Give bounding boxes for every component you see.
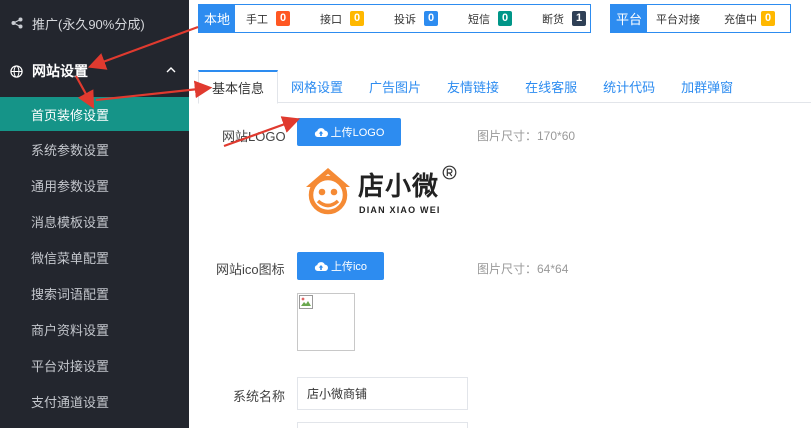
upload-logo-button[interactable]: 上传LOGO [297,118,401,146]
globe-icon [10,64,23,78]
stat-label: 手工 [246,13,269,26]
sidebar-item-label: 商户资料设置 [31,322,110,338]
sidebar-item-wechat-menu[interactable]: 微信菜单配置 [0,239,189,275]
sidebar: 推广(永久90%分成) 网站设置 首页装修设置 系统参数设置 通用参数设置 消息… [0,0,189,428]
upload-ico-label: 上传ico [330,261,368,273]
ico-preview-image [297,293,355,351]
sidebar-item-system-params[interactable]: 系统参数设置 [0,131,189,167]
sidebar-item-search-terms[interactable]: 搜索词语配置 [0,275,189,311]
sidebar-item-label: 系统参数设置 [31,142,110,158]
upload-ico-button[interactable]: 上传ico [297,252,384,280]
sidebar-item-label: 搜索词语配置 [31,286,110,302]
stat-label: 短信 [468,13,491,26]
chevron-up-icon [166,67,176,73]
stat-label: 断货 [542,13,565,26]
next-field-input[interactable] [297,422,468,428]
logo-sub-text: DIAN XIAO WEI [359,205,441,215]
sidebar-item-message-templates[interactable]: 消息模板设置 [0,203,189,239]
broken-image-icon [299,295,313,309]
platform-stats-bar: 平台 平台对接 充值中 0 [610,4,791,33]
cloud-upload-icon [314,127,328,137]
cloud-upload-icon [314,261,328,271]
stat-badge: 0 [424,11,439,26]
system-name-label: 系统名称 [233,389,286,404]
share-icon [11,17,23,29]
sidebar-group-label: 网站设置 [32,63,88,79]
sidebar-subnav: 首页装修设置 系统参数设置 通用参数设置 消息模板设置 微信菜单配置 搜索词语配… [0,97,189,419]
stat-platform-integration[interactable]: 平台对接 [656,11,700,27]
stat-label: 接口 [320,13,343,26]
stat-manual[interactable]: 手工 0 [246,11,291,27]
stat-recharging[interactable]: 充值中 0 [724,11,776,27]
tab-friend-links[interactable]: 友情链接 [434,70,512,103]
stat-label: 投诉 [394,13,417,26]
sidebar-item-general-params[interactable]: 通用参数设置 [0,167,189,203]
tab-grid-settings[interactable]: 网格设置 [278,70,356,103]
ico-size-hint: 图片尺寸：64*64 [477,262,569,276]
ico-label: 网站ico图标 [216,262,285,277]
tab-group-popup[interactable]: 加群弹窗 [668,70,746,103]
sidebar-item-platform-integration[interactable]: 平台对接设置 [0,347,189,383]
sidebar-promo[interactable]: 推广(永久90%分成) [0,0,189,46]
sidebar-item-label: 消息模板设置 [31,214,110,230]
stat-badge: 0 [498,11,513,26]
stat-label: 充值中 [724,13,758,26]
stat-label: 平台对接 [656,13,701,26]
stat-api[interactable]: 接口 0 [320,11,365,27]
platform-tag: 平台 [611,5,648,32]
logo-size-hint: 图片尺寸：170*60 [477,129,576,143]
logo-label: 网站LOGO [222,129,286,144]
local-stats-bar: 本地 手工 0 接口 0 投诉 0 短信 0 断货 1 [198,4,591,33]
stat-badge: 0 [761,11,776,26]
sidebar-item-label: 通用参数设置 [31,178,110,194]
stat-badge: 0 [350,11,365,26]
stat-sms[interactable]: 短信 0 [468,11,513,27]
sidebar-item-label: 微信菜单配置 [31,250,110,266]
settings-tabs: 基本信息 网格设置 广告图片 友情链接 在线客服 统计代码 加群弹窗 [198,70,811,104]
tab-stats-code[interactable]: 统计代码 [590,70,668,103]
sidebar-group-site-settings[interactable]: 网站设置 [0,50,189,92]
registered-mark-icon [442,165,457,180]
sidebar-item-label: 支付通道设置 [31,394,110,410]
tab-online-service[interactable]: 在线客服 [512,70,590,103]
tab-basic-info[interactable]: 基本信息 [198,70,279,104]
sidebar-item-home-decoration[interactable]: 首页装修设置 [0,97,189,131]
sidebar-item-merchant-profile[interactable]: 商户资料设置 [0,311,189,347]
system-name-input[interactable]: 店小微商铺 [297,377,468,410]
local-tag: 本地 [199,5,236,32]
sidebar-item-payment-channels[interactable]: 支付通道设置 [0,383,189,419]
site-logo-preview: 店小微 DIAN XIAO WEI [303,163,459,218]
house-logo-icon [306,168,350,215]
stat-out-of-stock[interactable]: 断货 1 [542,11,587,27]
stat-badge: 1 [572,11,587,26]
sidebar-item-label: 首页装修设置 [31,107,110,123]
logo-brand-text: 店小微 [358,172,440,202]
stat-complaint[interactable]: 投诉 0 [394,11,439,27]
tab-ad-images[interactable]: 广告图片 [356,70,434,103]
stat-badge: 0 [276,11,291,26]
upload-logo-label: 上传LOGO [330,127,385,139]
sidebar-item-label: 平台对接设置 [31,358,110,374]
sidebar-promo-label: 推广(永久90%分成) [32,16,145,32]
